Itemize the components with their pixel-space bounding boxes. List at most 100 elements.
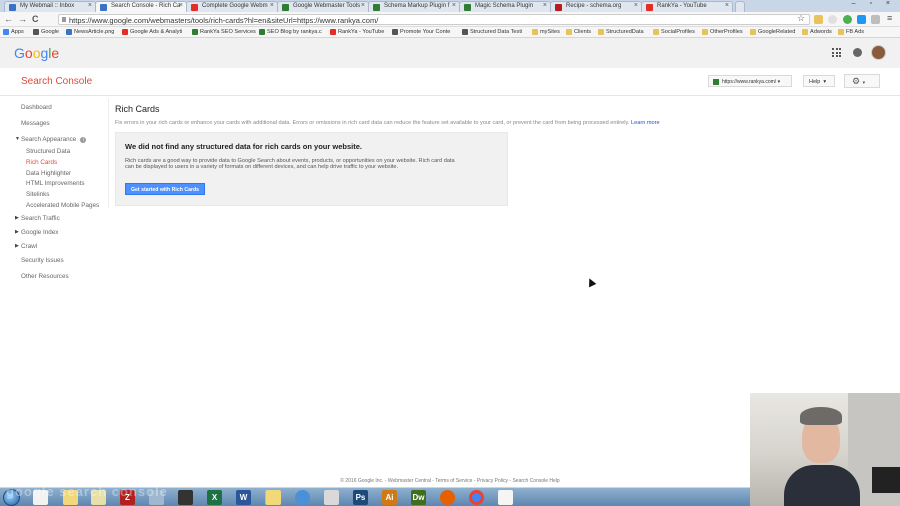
get-started-button[interactable]: Get started with Rich Cards <box>125 183 206 195</box>
background-monitor <box>872 467 900 493</box>
close-tab-icon[interactable]: × <box>270 2 274 9</box>
extension-icon[interactable] <box>828 15 837 24</box>
notifications-icon[interactable] <box>853 48 862 57</box>
bookmark-item[interactable]: Promote Your Conte <box>392 29 450 35</box>
bookmark-folder[interactable]: StructuredData <box>598 29 644 35</box>
browser-tab-bar: My Webmail :: Inbox × Search Console - Ri… <box>0 0 900 12</box>
folder-icon[interactable] <box>266 490 281 505</box>
youtube-favicon-icon <box>191 4 198 11</box>
tab-search-console[interactable]: Search Console - Rich Ca × <box>95 1 187 12</box>
image-icon <box>66 29 72 35</box>
bookmark-star-icon[interactable]: ☆ <box>797 13 805 24</box>
pdf-icon[interactable] <box>324 490 339 505</box>
avatar[interactable] <box>871 45 886 60</box>
close-tab-icon[interactable]: × <box>452 2 456 9</box>
rankya-favicon-icon <box>464 4 471 11</box>
help-button[interactable]: Help ▾ <box>803 75 835 87</box>
sidebar-item-rich-cards[interactable]: Rich Cards <box>26 159 57 166</box>
tab-google-webmaster-tools[interactable]: Google Webmaster Tools × <box>277 1 369 12</box>
product-title[interactable]: Search Console <box>21 76 92 87</box>
extension-icon[interactable] <box>814 15 823 24</box>
tab-schema-markup-plugin[interactable]: Schema Markup Plugin f × <box>368 1 460 12</box>
close-tab-icon[interactable]: × <box>361 2 365 9</box>
card-title: We did not find any structured data for … <box>125 142 362 151</box>
address-bar[interactable]: https://www.google.com/webmasters/tools/… <box>58 14 810 25</box>
photoshop-icon[interactable]: Ps <box>353 490 368 505</box>
schema-org-favicon-icon <box>555 4 562 11</box>
settings-button[interactable]: ⚙ ▾ <box>844 74 880 88</box>
close-tab-icon[interactable]: × <box>179 2 183 9</box>
bookmark-item[interactable]: Google Ads & Analyti <box>122 29 182 35</box>
media-player-icon[interactable] <box>295 490 310 505</box>
mouse-cursor-icon <box>585 276 597 288</box>
presenter-hair <box>800 407 842 425</box>
sidebar-item-crawl[interactable]: ▶ Crawl <box>15 243 37 250</box>
sidebar-item-amp[interactable]: Accelerated Mobile Pages <box>26 202 99 209</box>
sidebar-item-html-improvements[interactable]: HTML Improvements <box>26 180 85 187</box>
bookmark-item[interactable]: NewsArticle.png <box>66 29 114 35</box>
forward-icon[interactable]: → <box>18 14 27 24</box>
illustrator-icon[interactable]: Ai <box>382 490 397 505</box>
tab-recipe-schema-org[interactable]: Recipe - schema.org × <box>550 1 642 12</box>
youtube-icon <box>122 29 128 35</box>
bookmark-folder[interactable]: Clients <box>566 29 591 35</box>
tab-magic-schema-plugin[interactable]: Magic Schema Plugin × <box>459 1 551 12</box>
learn-more-link[interactable]: Learn more <box>631 120 660 126</box>
apps-grid-icon[interactable] <box>832 48 841 57</box>
bookmark-item[interactable]: SEO Blog by rankya.c <box>259 29 322 35</box>
sidebar-item-sitelinks[interactable]: Sitelinks <box>26 191 49 198</box>
close-tab-icon[interactable]: × <box>543 2 547 9</box>
folder-icon <box>532 29 538 35</box>
sidebar-item-dashboard[interactable]: Dashboard <box>21 104 52 111</box>
google-logo[interactable]: Google <box>14 45 59 61</box>
bookmark-folder[interactable]: SocialProfiles <box>653 29 695 35</box>
window-controls[interactable]: – ▫ × <box>852 0 896 7</box>
sidebar-item-structured-data[interactable]: Structured Data <box>26 148 70 155</box>
dreamweaver-icon[interactable]: Dw <box>411 490 426 505</box>
bookmark-folder[interactable]: GoogleRelated <box>750 29 795 35</box>
new-tab-button[interactable] <box>735 1 745 12</box>
bookmark-folder[interactable]: FB Ads <box>838 29 864 35</box>
extension-icon[interactable] <box>871 15 880 24</box>
bookmark-item[interactable]: Structured Data Testi <box>462 29 522 35</box>
sidebar-item-other-resources[interactable]: Other Resources <box>21 273 69 280</box>
chrome-icon[interactable] <box>469 490 484 505</box>
sidebar-item-messages[interactable]: Messages <box>21 120 50 127</box>
firefox-icon[interactable] <box>440 490 455 505</box>
sidebar-item-data-highlighter[interactable]: Data Highlighter <box>26 170 71 177</box>
word-icon[interactable]: W <box>236 490 251 505</box>
bookmark-item[interactable]: Google <box>33 29 59 35</box>
camera-icon[interactable] <box>178 490 193 505</box>
excel-icon[interactable]: X <box>207 490 222 505</box>
extension-icon[interactable] <box>857 15 866 24</box>
info-icon[interactable]: i <box>80 137 87 143</box>
close-tab-icon[interactable]: × <box>634 2 638 9</box>
sidebar-item-search-appearance[interactable]: ▼ Search Appearance i <box>15 136 87 143</box>
sidebar-divider <box>108 98 109 208</box>
bookmark-item[interactable]: RankYa SEO Services <box>192 29 256 35</box>
close-tab-icon[interactable]: × <box>88 2 92 9</box>
bookmark-item[interactable]: Apps <box>3 29 24 35</box>
tab-rankya-youtube[interactable]: RankYa - YouTube × <box>641 1 733 12</box>
close-tab-icon[interactable]: × <box>725 2 729 9</box>
sidebar-item-search-traffic[interactable]: ▶ Search Traffic <box>15 215 60 222</box>
sidebar-item-google-index[interactable]: ▶ Google Index <box>15 229 58 236</box>
bookmark-folder[interactable]: mySites <box>532 29 560 35</box>
search-console-favicon-icon <box>100 4 107 11</box>
bookmark-folder[interactable]: Adwords <box>802 29 832 35</box>
back-icon[interactable]: ← <box>4 14 13 24</box>
presenter-shirt <box>784 465 860 506</box>
browser-menu-icon[interactable]: ≡ <box>887 13 892 23</box>
tab-webmail[interactable]: My Webmail :: Inbox × <box>4 1 96 12</box>
folder-icon <box>750 29 756 35</box>
tab-complete-google-webmaster[interactable]: Complete Google Webm × <box>186 1 278 12</box>
expanded-triangle-icon: ▼ <box>15 136 20 142</box>
bookmark-folder[interactable]: OtherProfiles <box>702 29 743 35</box>
google-icon <box>33 29 39 35</box>
sidebar-item-security-issues[interactable]: Security Issues <box>21 257 64 264</box>
reload-icon[interactable]: C <box>32 14 39 24</box>
blank-window-icon[interactable] <box>498 490 513 505</box>
site-selector[interactable]: https://www.rankya.com/ ▾ <box>708 75 792 87</box>
extension-icon[interactable] <box>843 15 852 24</box>
bookmark-item[interactable]: RankYa - YouTube <box>330 29 384 35</box>
